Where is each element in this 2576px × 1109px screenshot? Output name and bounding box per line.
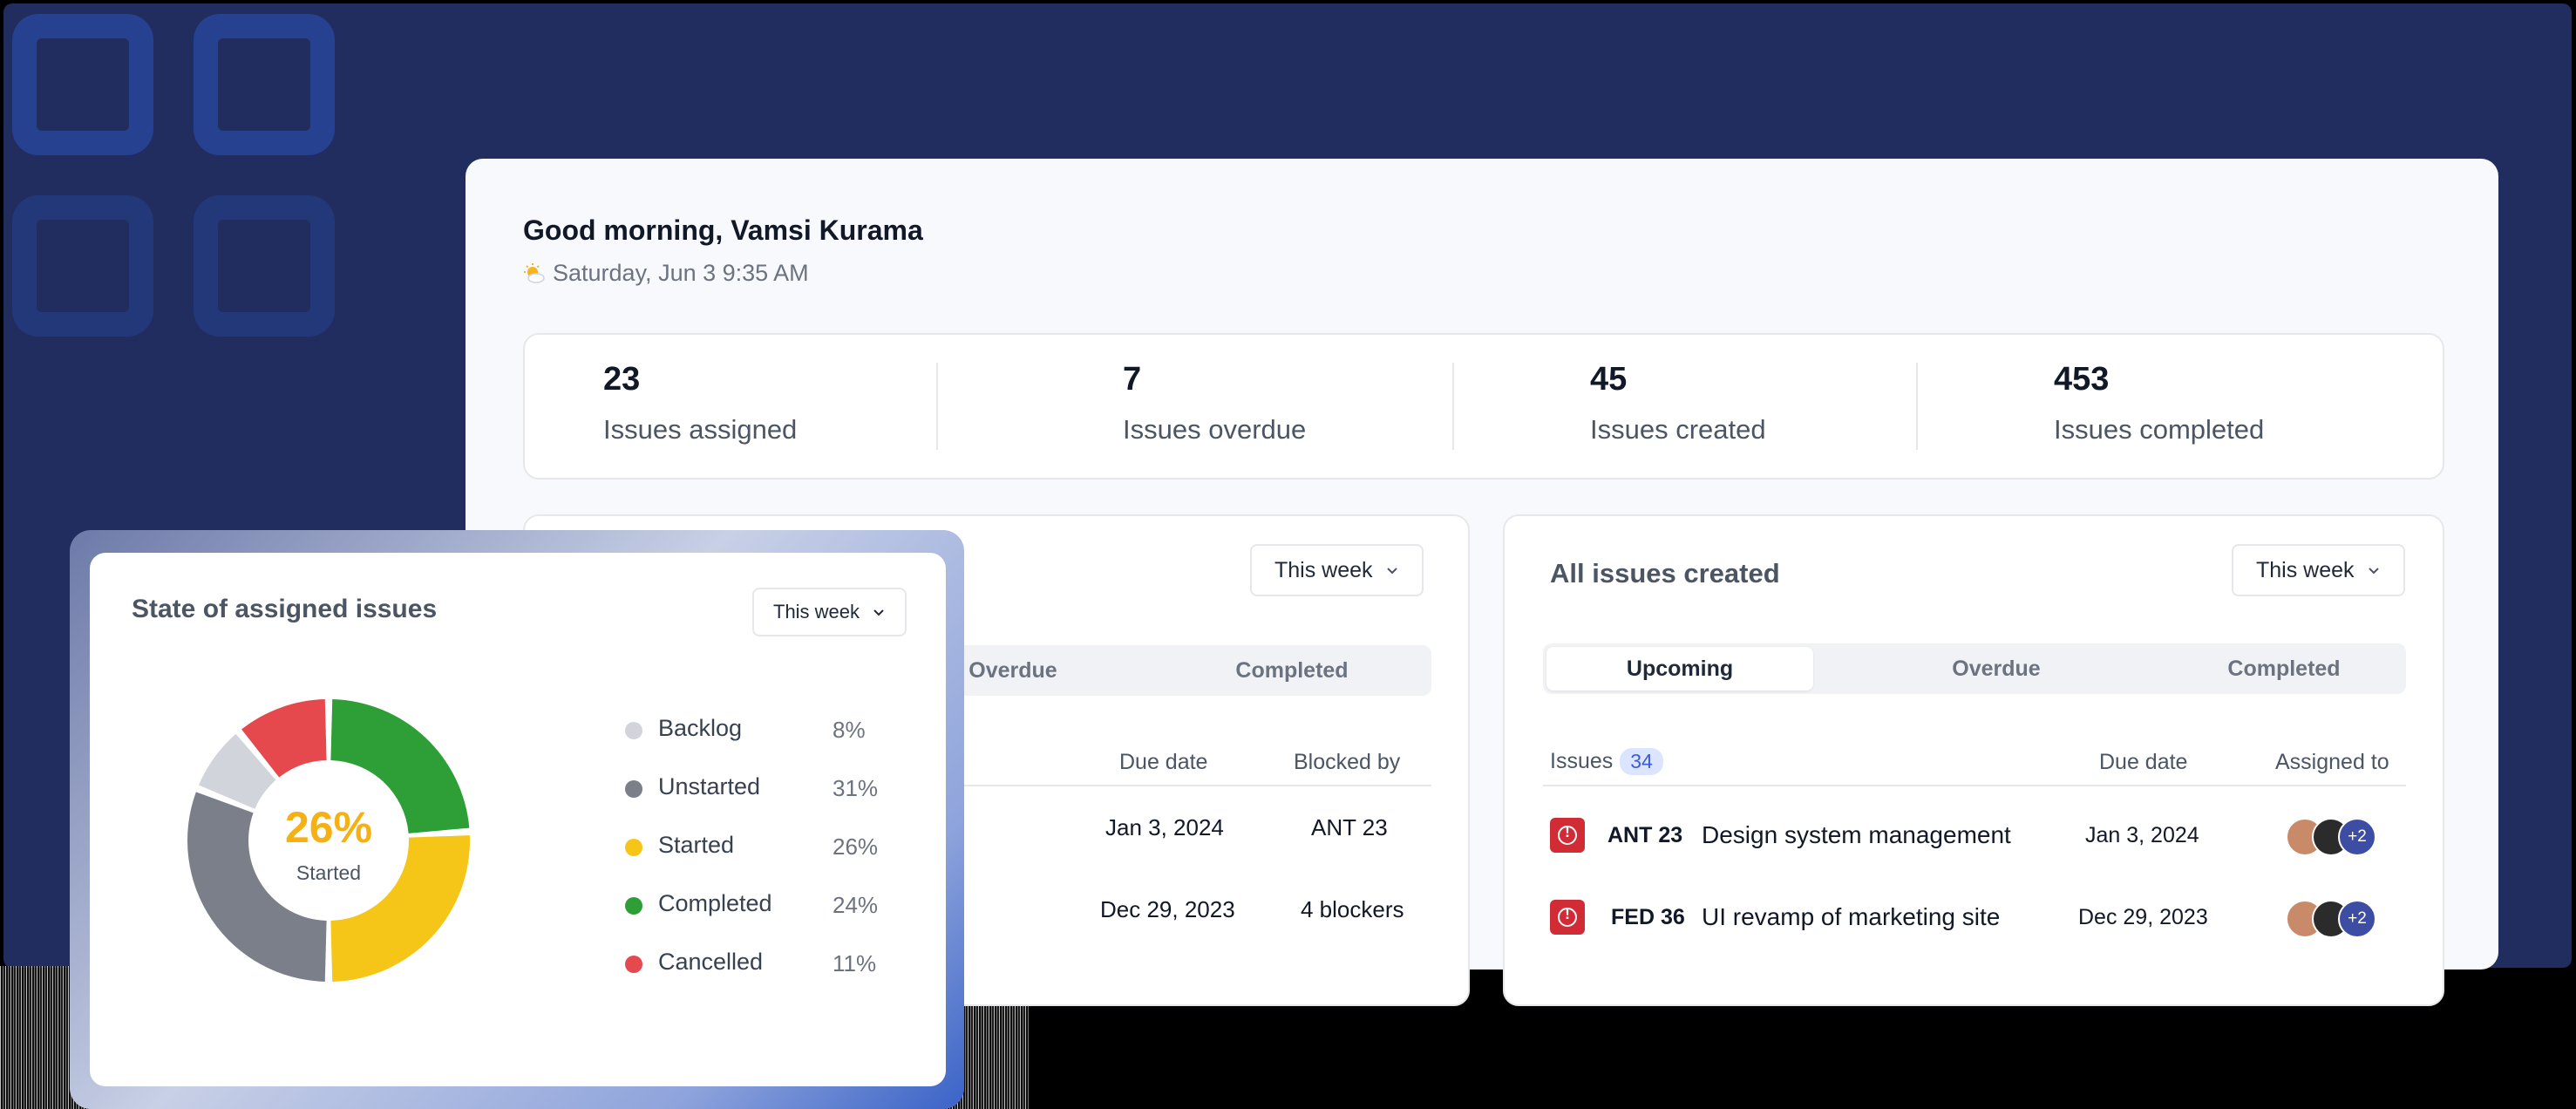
issue-tabs: Upcoming Overdue Completed xyxy=(1543,643,2406,694)
legend-dot-icon xyxy=(625,839,642,856)
legend-dot-icon xyxy=(625,722,642,739)
stat-label: Issues assigned xyxy=(603,414,798,445)
tab-completed[interactable]: Completed xyxy=(2171,643,2397,694)
decorative-square-icon xyxy=(12,195,153,337)
row-blocked-by[interactable]: ANT 23 xyxy=(1311,814,1388,841)
legend-percent: 11% xyxy=(833,950,877,976)
period-dropdown[interactable]: This week xyxy=(2232,544,2405,596)
all-issues-created-card: All issues created This week Upcoming Ov… xyxy=(1503,514,2444,1006)
legend-label: Completed xyxy=(658,890,772,916)
stat-issues-completed[interactable]: 453 Issues completed xyxy=(2054,361,2264,446)
donut-center-value: 26% xyxy=(284,803,373,852)
stat-divider xyxy=(936,363,938,450)
period-dropdown[interactable]: This week xyxy=(752,588,907,636)
issue-id: FED 36 xyxy=(1611,905,1685,929)
assignee-avatars[interactable]: +2 xyxy=(2286,818,2376,856)
urgent-priority-icon xyxy=(1550,818,1585,853)
stats-summary: 23 Issues assigned 7 Issues overdue 45 I… xyxy=(523,333,2444,480)
state-of-assigned-issues-card: State of assigned issues This week 26% S… xyxy=(90,553,946,1086)
column-header-due-date: Due date xyxy=(2099,750,2188,774)
stat-value: 23 xyxy=(603,361,641,398)
chevron-down-icon xyxy=(1386,568,1397,575)
assignee-avatars[interactable]: +2 xyxy=(2286,900,2376,938)
column-header-assigned-to: Assigned to xyxy=(2275,750,2389,774)
legend-percent: 31% xyxy=(833,775,879,801)
stat-issues-created[interactable]: 45 Issues created xyxy=(1590,361,1766,446)
stat-issues-assigned[interactable]: 23 Issues assigned xyxy=(603,361,797,446)
decorative-square-icon xyxy=(194,195,335,337)
datetime: Saturday, Jun 3 9:35 AM xyxy=(523,260,809,287)
row-due-date: Dec 29, 2023 xyxy=(1100,896,1235,922)
issue-id: ANT 23 xyxy=(1607,823,1683,847)
stat-divider xyxy=(1452,363,1454,450)
issue-due-date: Dec 29, 2023 xyxy=(2078,905,2208,929)
legend-label: Backlog xyxy=(658,715,743,741)
donut-center-label: Started xyxy=(296,861,362,884)
column-header-blocked-by: Blocked by xyxy=(1294,750,1401,774)
stat-value: 7 xyxy=(1123,361,1142,398)
column-header-issues: Issues 34 xyxy=(1550,748,1663,775)
row-blocked-by[interactable]: 4 blockers xyxy=(1301,896,1404,923)
dropdown-label: This week xyxy=(1274,557,1373,582)
issue-due-date: Jan 3, 2024 xyxy=(2085,823,2199,847)
card-title: All issues created xyxy=(1550,558,1780,589)
issue-title[interactable]: Design system management xyxy=(1702,821,2011,849)
avatar-overflow-count: +2 xyxy=(2338,818,2376,856)
legend-label: Cancelled xyxy=(658,949,764,975)
card-title: State of assigned issues xyxy=(132,595,438,623)
stat-value: 45 xyxy=(1590,361,1628,398)
stat-label: Issues overdue xyxy=(1123,414,1307,445)
avatar-overflow-count: +2 xyxy=(2338,900,2376,938)
decorative-square-icon xyxy=(194,14,335,155)
issues-count-badge: 34 xyxy=(1620,748,1663,775)
stat-label: Issues completed xyxy=(2054,414,2265,445)
stat-issues-overdue[interactable]: 7 Issues overdue xyxy=(1123,361,1306,446)
stat-divider xyxy=(1916,363,1918,450)
column-header-due-date: Due date xyxy=(1119,750,1208,774)
tab-overdue[interactable]: Overdue xyxy=(1883,643,2110,694)
stat-label: Issues created xyxy=(1590,414,1766,445)
chevron-down-icon xyxy=(873,609,884,616)
column-header-issues-label: Issues xyxy=(1550,749,1614,773)
legend-percent: 24% xyxy=(833,892,879,918)
donut-slice-started[interactable] xyxy=(330,835,470,982)
urgent-priority-icon xyxy=(1550,900,1585,935)
row-due-date: Jan 3, 2024 xyxy=(1105,814,1224,840)
legend-dot-icon xyxy=(625,780,642,798)
dropdown-label: This week xyxy=(773,601,860,623)
legend-dot-icon xyxy=(625,956,642,973)
dropdown-label: This week xyxy=(2256,557,2355,582)
legend-percent: 26% xyxy=(833,833,879,860)
sun-cloud-icon xyxy=(524,262,545,283)
legend-dot-icon xyxy=(625,897,642,915)
datetime-text: Saturday, Jun 3 9:35 AM xyxy=(553,260,809,286)
legend-percent: 8% xyxy=(833,717,866,743)
greeting-title: Good morning, Vamsi Kurama xyxy=(523,214,923,246)
stat-value: 453 xyxy=(2054,361,2110,398)
period-dropdown[interactable]: This week xyxy=(1250,544,1424,596)
issue-title[interactable]: UI revamp of marketing site xyxy=(1702,903,2000,931)
decorative-square-icon xyxy=(12,14,153,155)
legend-label: Unstarted xyxy=(658,773,761,799)
chevron-down-icon xyxy=(2368,568,2379,575)
tab-upcoming[interactable]: Upcoming xyxy=(1546,647,1813,691)
tab-completed[interactable]: Completed xyxy=(1205,645,1379,696)
divider xyxy=(1543,785,2406,786)
legend-label: Started xyxy=(658,832,735,858)
